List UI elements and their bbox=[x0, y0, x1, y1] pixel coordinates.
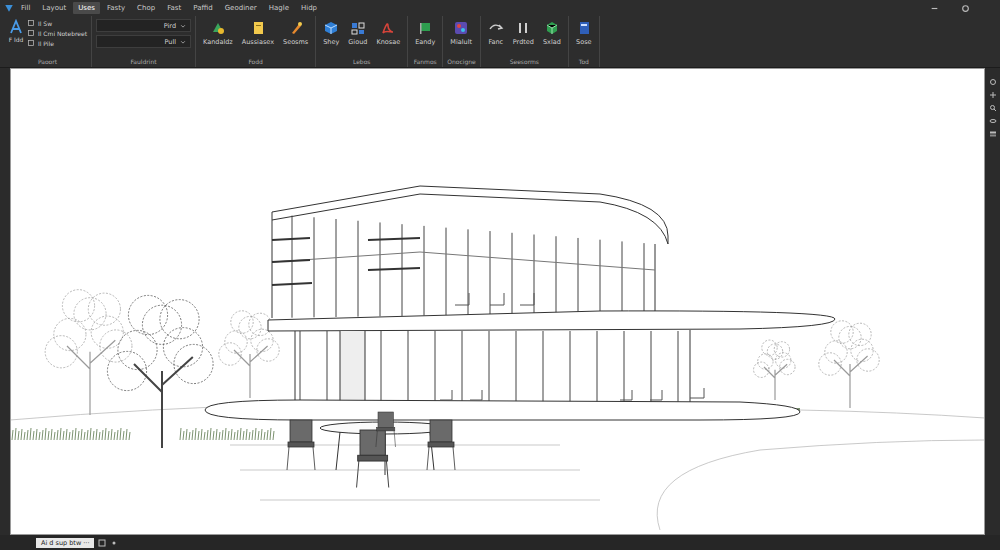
menu-tab[interactable]: Fill bbox=[16, 2, 35, 14]
view-icon[interactable] bbox=[989, 78, 997, 86]
box-icon bbox=[544, 20, 560, 36]
small-tool[interactable]: Il Sw bbox=[27, 19, 87, 27]
ribbon-group: FancPrdtedSxlad Seesorms bbox=[481, 16, 569, 67]
tool-icon bbox=[27, 29, 35, 37]
dropdown-field[interactable]: Pull bbox=[96, 35, 191, 48]
ribbon-group: Pird Pull Fauldrint bbox=[92, 16, 196, 67]
ribbon-button[interactable]: Aussiasex bbox=[239, 19, 277, 47]
ribbon-button[interactable]: Gioud bbox=[345, 19, 370, 47]
ribbon-button[interactable]: Sose bbox=[573, 19, 595, 47]
group-label: Lebos bbox=[320, 58, 403, 67]
ribbon-button[interactable]: Seosms bbox=[280, 19, 311, 47]
small-tool[interactable]: Il Pile bbox=[27, 39, 87, 47]
view-tools bbox=[985, 68, 1000, 535]
tree bbox=[107, 295, 213, 448]
drawing-canvas[interactable] bbox=[10, 68, 985, 535]
layers-icon[interactable] bbox=[989, 130, 997, 138]
ribbon-button[interactable]: Knosae bbox=[373, 19, 403, 47]
chair bbox=[427, 420, 455, 470]
top-bar: FillLayoutUsesFastyChopFastPaffidGeodine… bbox=[0, 0, 1000, 68]
text-a-icon bbox=[8, 19, 24, 35]
close-icon[interactable] bbox=[961, 4, 970, 13]
menu-tab[interactable]: Hidp bbox=[296, 2, 322, 14]
group-label: Fanmos bbox=[412, 58, 438, 67]
menu-tab[interactable]: Layout bbox=[37, 2, 71, 14]
chair bbox=[376, 412, 396, 447]
status-bar: Ai d sup btw ··· bbox=[0, 535, 1000, 550]
ribbon-group: F IddIl Sw Il Cmi Notebreet Il Pile Paoort bbox=[4, 16, 92, 67]
ribbon-button[interactable]: Fanc bbox=[485, 19, 507, 47]
group-label: Seesorms bbox=[485, 58, 564, 67]
brush-icon bbox=[288, 20, 304, 36]
app-logo-icon[interactable] bbox=[4, 3, 14, 13]
chevron-down-icon bbox=[180, 39, 186, 45]
snap-icon[interactable] bbox=[110, 539, 118, 547]
chair bbox=[287, 420, 315, 470]
ribbon-button[interactable]: Sxlad bbox=[540, 19, 564, 47]
book-icon bbox=[576, 20, 592, 36]
ribbon-group: Sose Tod bbox=[569, 16, 600, 67]
building bbox=[205, 186, 835, 420]
ribbon: F IddIl Sw Il Cmi Notebreet Il Pile Paoort P… bbox=[0, 16, 1000, 67]
ribbon-button[interactable]: Kandaldz bbox=[200, 19, 236, 47]
arrow-icon bbox=[488, 20, 504, 36]
menu-tab[interactable]: Fast bbox=[162, 2, 186, 14]
ribbon-group: SheyGioudKnosae Lebos bbox=[316, 16, 408, 67]
ribbon-button[interactable]: Mialult bbox=[447, 19, 475, 47]
workspace bbox=[0, 68, 1000, 535]
building-drawing[interactable] bbox=[11, 69, 984, 534]
dropdown-field[interactable]: Pird bbox=[96, 19, 191, 32]
ribbon-button[interactable]: Shey bbox=[320, 19, 342, 47]
tree bbox=[819, 321, 879, 408]
ribbon-group: KandaldzAussiasexSeosms Fodd bbox=[196, 16, 316, 67]
menu-tab[interactable]: Uses bbox=[73, 2, 100, 14]
menu-tab[interactable]: Fasty bbox=[102, 2, 130, 14]
group-label: Onocigne bbox=[447, 58, 475, 67]
flag-icon bbox=[417, 20, 433, 36]
menu-tab[interactable]: Geodiner bbox=[220, 2, 262, 14]
group-label: Fodd bbox=[200, 58, 311, 67]
zoom-icon[interactable] bbox=[989, 104, 997, 112]
ribbon-button[interactable]: Eandy bbox=[412, 19, 438, 47]
grid-toggle-icon[interactable] bbox=[98, 539, 106, 547]
minimize-icon[interactable] bbox=[930, 4, 939, 13]
cad-app: FillLayoutUsesFastyChopFastPaffidGeodine… bbox=[0, 0, 1000, 550]
tool-icon bbox=[27, 19, 35, 27]
menu-tab[interactable]: Paffid bbox=[188, 2, 217, 14]
orbit-icon[interactable] bbox=[989, 117, 997, 125]
grid-icon bbox=[350, 20, 366, 36]
cube-icon bbox=[323, 20, 339, 36]
small-tool[interactable]: Il Cmi Notebreet bbox=[27, 29, 87, 37]
pan-icon[interactable] bbox=[989, 91, 997, 99]
tree bbox=[754, 340, 796, 400]
palette-icon bbox=[453, 20, 469, 36]
ribbon-button[interactable]: Prdted bbox=[510, 19, 537, 47]
group-label: Tod bbox=[573, 58, 595, 67]
ribbon-group: Mialult Onocigne bbox=[443, 16, 480, 67]
pdf-icon bbox=[380, 20, 396, 36]
tool-icon bbox=[27, 39, 35, 47]
text-tool[interactable]: F Idd bbox=[8, 19, 24, 43]
shape-icon bbox=[210, 20, 226, 36]
menu-tab[interactable]: Hagle bbox=[264, 2, 294, 14]
group-label: Fauldrint bbox=[96, 58, 191, 67]
sheet-tab[interactable]: Ai d sup btw ··· bbox=[36, 538, 94, 548]
document-icon bbox=[250, 20, 266, 36]
menu-row: FillLayoutUsesFastyChopFastPaffidGeodine… bbox=[0, 0, 1000, 16]
group-label: Paoort bbox=[8, 58, 87, 67]
chair bbox=[357, 430, 389, 488]
ground-lines bbox=[11, 404, 984, 530]
ribbon-group: Eandy Fanmos bbox=[408, 16, 443, 67]
columns-icon bbox=[515, 20, 531, 36]
menu-tab[interactable]: Chop bbox=[132, 2, 160, 14]
chevron-down-icon bbox=[180, 23, 186, 29]
tree bbox=[45, 290, 132, 415]
